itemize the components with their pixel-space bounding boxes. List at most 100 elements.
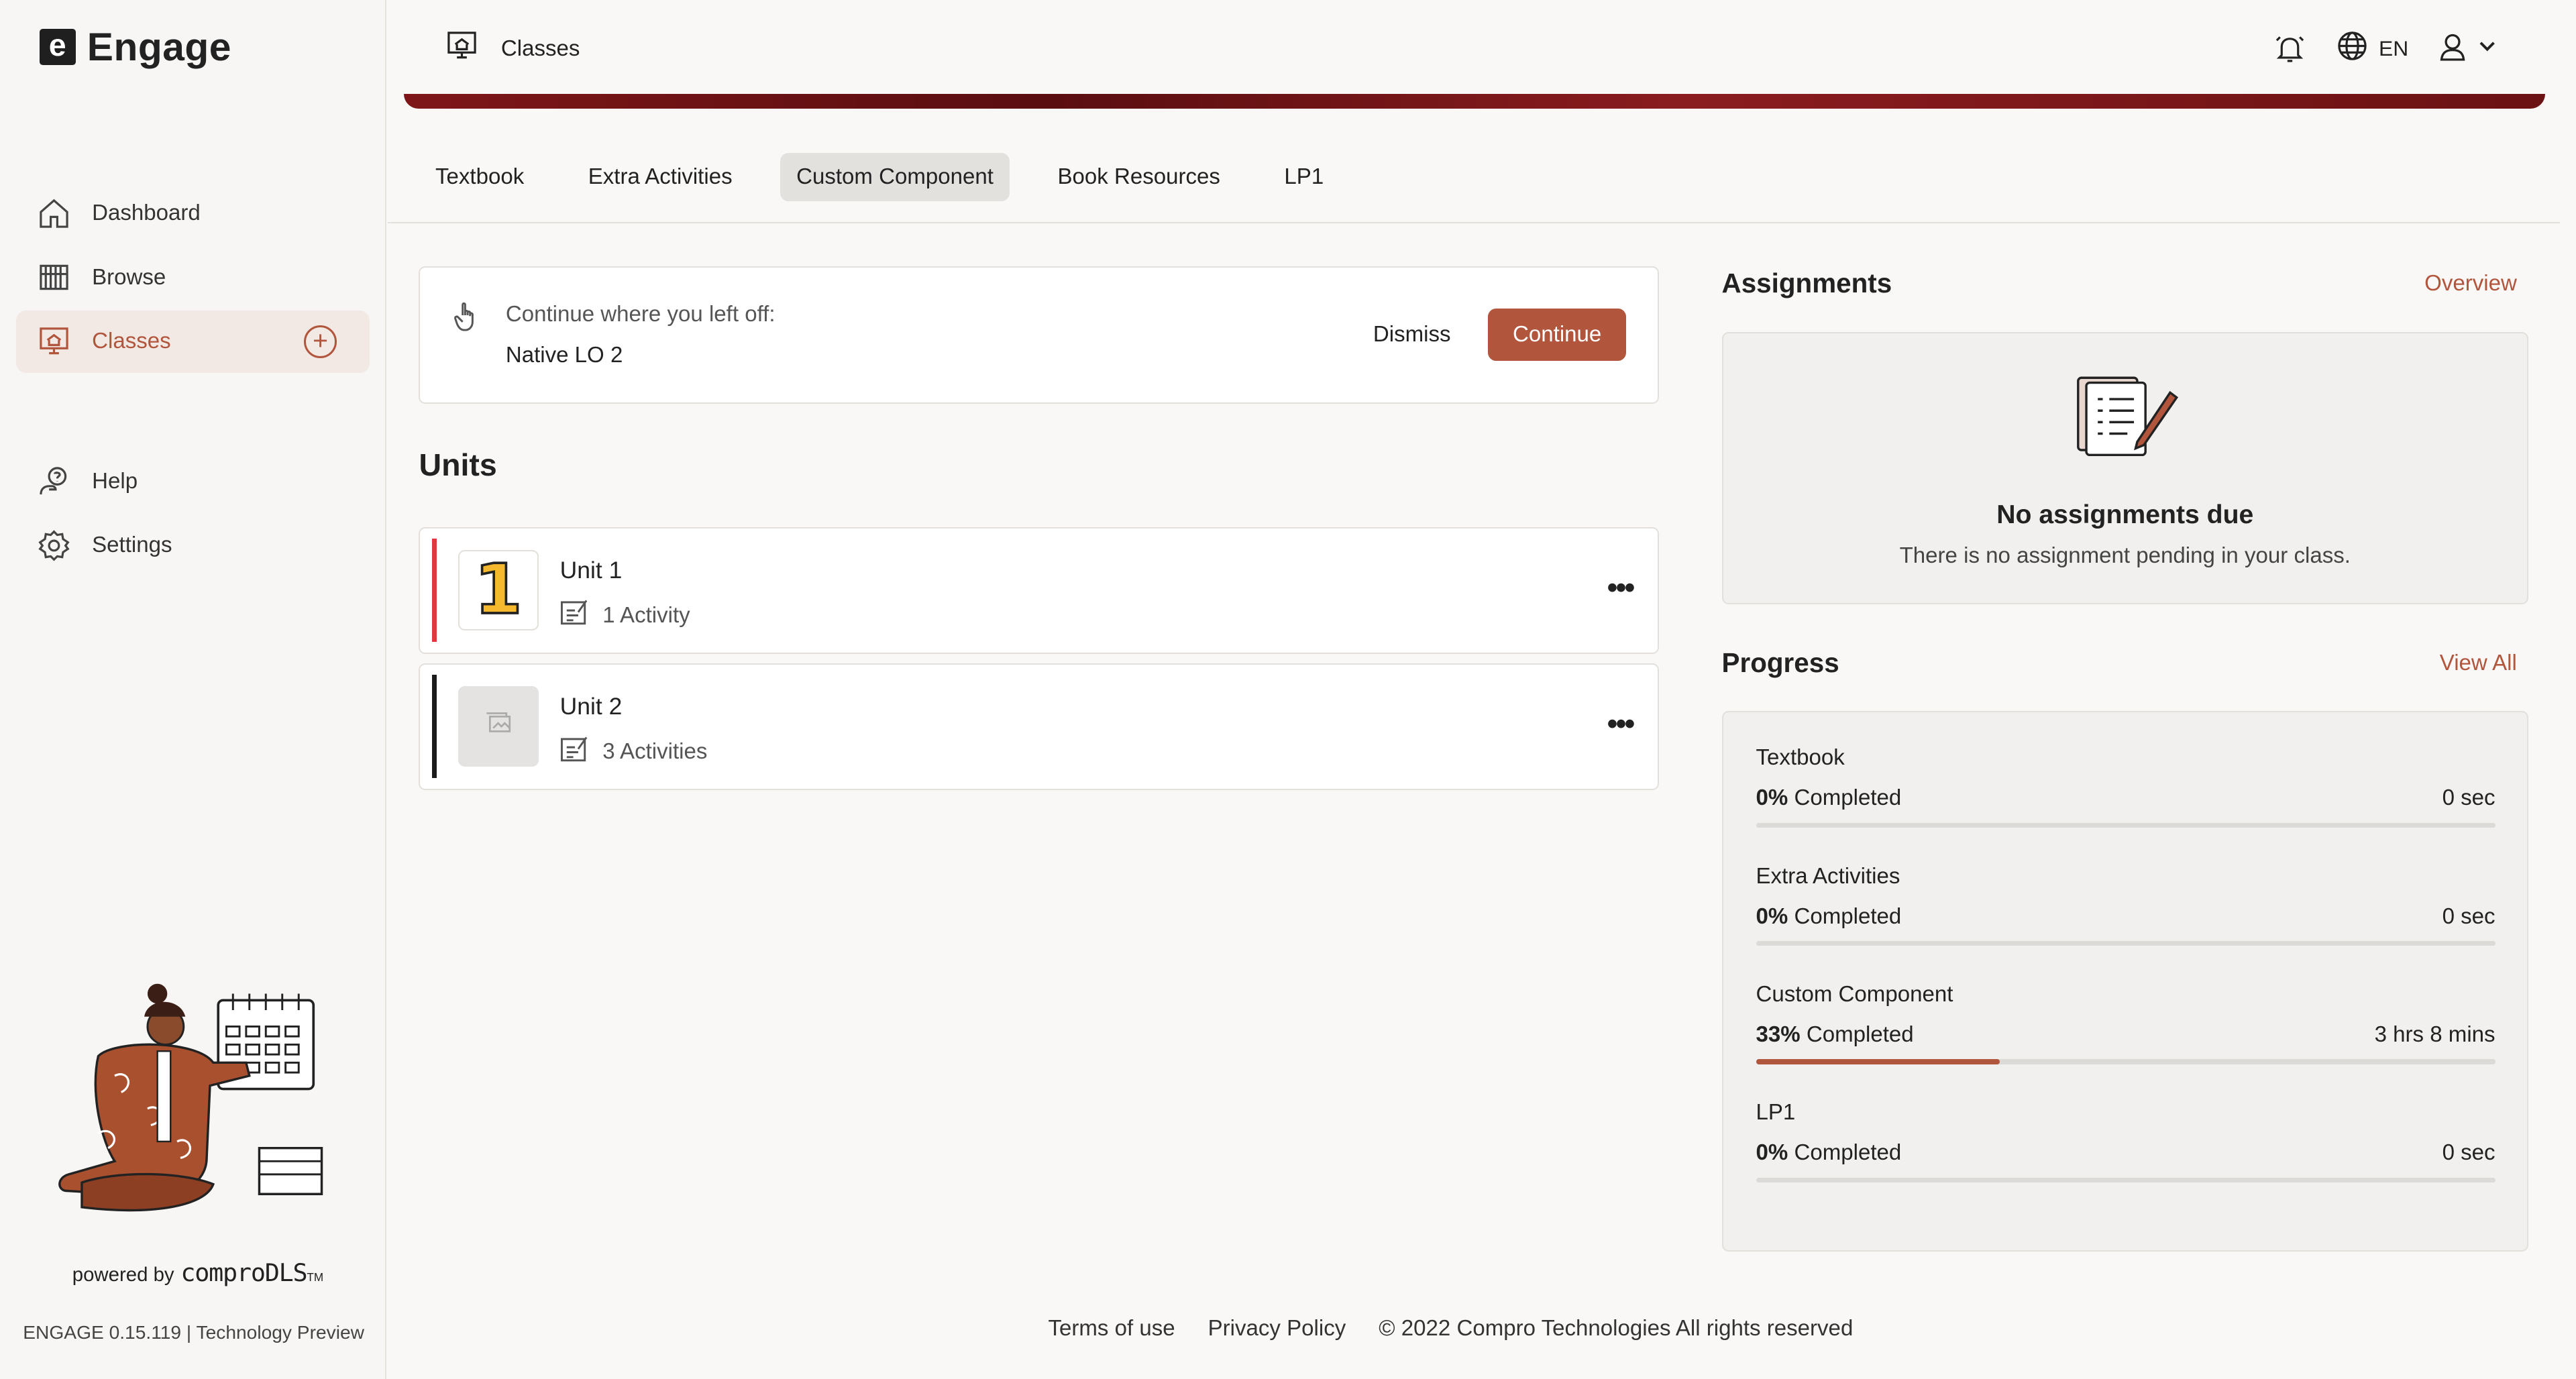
progress-item: Custom Component 33% Completed 3 hrs 8 m… bbox=[1756, 982, 2496, 1081]
progress-item-name: Extra Activities bbox=[1756, 863, 1900, 889]
image-placeholder-icon bbox=[485, 712, 511, 741]
powered-by: powered by comproDLS TM bbox=[72, 1258, 323, 1287]
top-actions: EN bbox=[2244, 30, 2497, 68]
user-menu[interactable] bbox=[2438, 32, 2497, 66]
unit-thumbnail: 1 bbox=[458, 549, 539, 630]
unit-activities: 3 Activities bbox=[560, 736, 708, 768]
continue-item: Native LO 2 bbox=[505, 343, 623, 368]
tabs-divider bbox=[387, 221, 2560, 224]
teacher-illustration bbox=[58, 983, 323, 1212]
home-icon bbox=[38, 197, 70, 230]
trademark-mark: TM bbox=[307, 1270, 324, 1284]
progress-time: 3 hrs 8 mins bbox=[2374, 1022, 2496, 1048]
view-all-link[interactable]: View All bbox=[2440, 651, 2517, 676]
sidebar-item-label: Browse bbox=[92, 264, 166, 290]
progress-item-name: Textbook bbox=[1756, 745, 1845, 771]
library-icon bbox=[38, 261, 70, 294]
powered-by-label: powered by bbox=[72, 1263, 174, 1286]
empty-state-title: No assignments due bbox=[1996, 500, 2254, 530]
powered-by-brand: comproDLS bbox=[180, 1258, 307, 1287]
notification-bell-icon[interactable] bbox=[2273, 32, 2306, 65]
sidebar: e Engage Dashboard Browse Classes + Help… bbox=[0, 0, 386, 1379]
empty-state-text: There is no assignment pending in your c… bbox=[1899, 543, 2351, 569]
version-info: ENGAGE 0.15.119 | Technology Preview bbox=[23, 1322, 364, 1343]
progress-heading: Progress bbox=[1721, 647, 1839, 678]
unit-thumbnail bbox=[458, 686, 539, 767]
progress-completion: 0% Completed bbox=[1756, 903, 1902, 929]
units-heading: Units bbox=[419, 447, 497, 483]
progress-completion: 0% Completed bbox=[1756, 785, 1902, 811]
unit-card[interactable]: Unit 2 3 Activities ••• bbox=[419, 663, 1660, 790]
progress-time: 0 sec bbox=[2442, 785, 2496, 811]
unit-color-bar bbox=[431, 538, 437, 643]
content-tabs: Textbook Extra Activities Custom Compone… bbox=[419, 152, 1371, 202]
sidebar-item-help[interactable]: Help bbox=[16, 450, 370, 512]
sidebar-item-dashboard[interactable]: Dashboard bbox=[16, 182, 370, 245]
overview-link[interactable]: Overview bbox=[2424, 271, 2517, 296]
help-icon bbox=[38, 465, 70, 498]
continue-button[interactable]: Continue bbox=[1488, 308, 1627, 362]
more-options-icon[interactable]: ••• bbox=[1607, 708, 1635, 741]
tab-book-resources[interactable]: Book Resources bbox=[1041, 153, 1236, 201]
progress-completion: 33% Completed bbox=[1756, 1022, 1914, 1048]
progress-bar-fill bbox=[1756, 1059, 2000, 1064]
sidebar-item-classes[interactable]: Classes + bbox=[16, 310, 370, 373]
progress-item-name: Custom Component bbox=[1756, 982, 1953, 1007]
progress-item: LP1 0% Completed 0 sec bbox=[1756, 1100, 2496, 1199]
progress-bar bbox=[1756, 940, 2496, 946]
unit-card[interactable]: 1 Unit 1 1 Activity ••• bbox=[419, 527, 1660, 654]
unit-activity-count: 1 Activity bbox=[602, 602, 690, 628]
progress-item-name: LP1 bbox=[1756, 1100, 1796, 1125]
activity-icon bbox=[560, 599, 590, 631]
globe-icon bbox=[2336, 30, 2369, 68]
progress-time: 0 sec bbox=[2442, 903, 2496, 929]
unit-title: Unit 2 bbox=[559, 693, 623, 720]
tab-lp1[interactable]: LP1 bbox=[1268, 153, 1340, 201]
assignment-clipboard-icon bbox=[2072, 370, 2180, 468]
class-banner bbox=[404, 93, 2545, 109]
tab-textbook[interactable]: Textbook bbox=[419, 153, 540, 201]
classroom-icon bbox=[445, 30, 478, 68]
assignments-heading: Assignments bbox=[1721, 268, 1892, 299]
secondary-nav: Help Settings bbox=[16, 450, 370, 577]
unit-title: Unit 1 bbox=[559, 556, 623, 584]
top-bar: Classes EN bbox=[388, 0, 2576, 95]
terms-link[interactable]: Terms of use bbox=[1048, 1316, 1175, 1341]
add-circle-icon[interactable]: + bbox=[304, 325, 337, 358]
gear-icon bbox=[38, 529, 70, 562]
dismiss-button[interactable]: Dismiss bbox=[1373, 322, 1451, 347]
copyright-text: © 2022 Compro Technologies All rights re… bbox=[1379, 1315, 1854, 1341]
continue-card: Continue where you left off: Native LO 2… bbox=[419, 266, 1660, 404]
language-code: EN bbox=[2379, 36, 2409, 61]
progress-bar bbox=[1756, 822, 2496, 828]
unit-activities: 1 Activity bbox=[560, 599, 690, 631]
primary-nav: Dashboard Browse Classes + bbox=[16, 182, 370, 373]
progress-bar bbox=[1756, 1177, 2496, 1182]
language-selector[interactable]: EN bbox=[2336, 30, 2408, 68]
progress-completion: 0% Completed bbox=[1756, 1140, 1902, 1166]
app-logo[interactable]: e Engage bbox=[39, 25, 231, 70]
privacy-link[interactable]: Privacy Policy bbox=[1208, 1316, 1346, 1341]
sidebar-item-label: Help bbox=[92, 468, 138, 494]
activity-icon bbox=[560, 736, 590, 768]
tab-custom-component[interactable]: Custom Component bbox=[780, 152, 1010, 202]
progress-panel: Textbook 0% Completed 0 sec Extra Activi… bbox=[1721, 711, 2528, 1252]
breadcrumb-label: Classes bbox=[500, 36, 580, 62]
unit-number: 1 bbox=[473, 549, 523, 630]
chevron-down-icon bbox=[2477, 36, 2497, 61]
footer: Terms of use Privacy Policy © 2022 Compr… bbox=[1048, 1316, 1886, 1341]
sidebar-item-settings[interactable]: Settings bbox=[16, 514, 370, 577]
app-name: Engage bbox=[87, 25, 231, 69]
continue-label: Continue where you left off: bbox=[505, 302, 775, 327]
sidebar-item-label: Dashboard bbox=[92, 201, 201, 226]
unit-activity-count: 3 Activities bbox=[602, 738, 708, 764]
breadcrumb: Classes bbox=[445, 30, 580, 68]
progress-item: Textbook 0% Completed 0 sec bbox=[1756, 745, 2496, 844]
sidebar-item-browse[interactable]: Browse bbox=[16, 246, 370, 309]
progress-time: 0 sec bbox=[2442, 1140, 2496, 1166]
sidebar-item-label: Settings bbox=[92, 533, 172, 558]
more-options-icon[interactable]: ••• bbox=[1607, 571, 1635, 605]
tab-extra-activities[interactable]: Extra Activities bbox=[572, 153, 749, 201]
user-icon bbox=[2438, 32, 2467, 66]
sidebar-item-label: Classes bbox=[92, 329, 171, 354]
